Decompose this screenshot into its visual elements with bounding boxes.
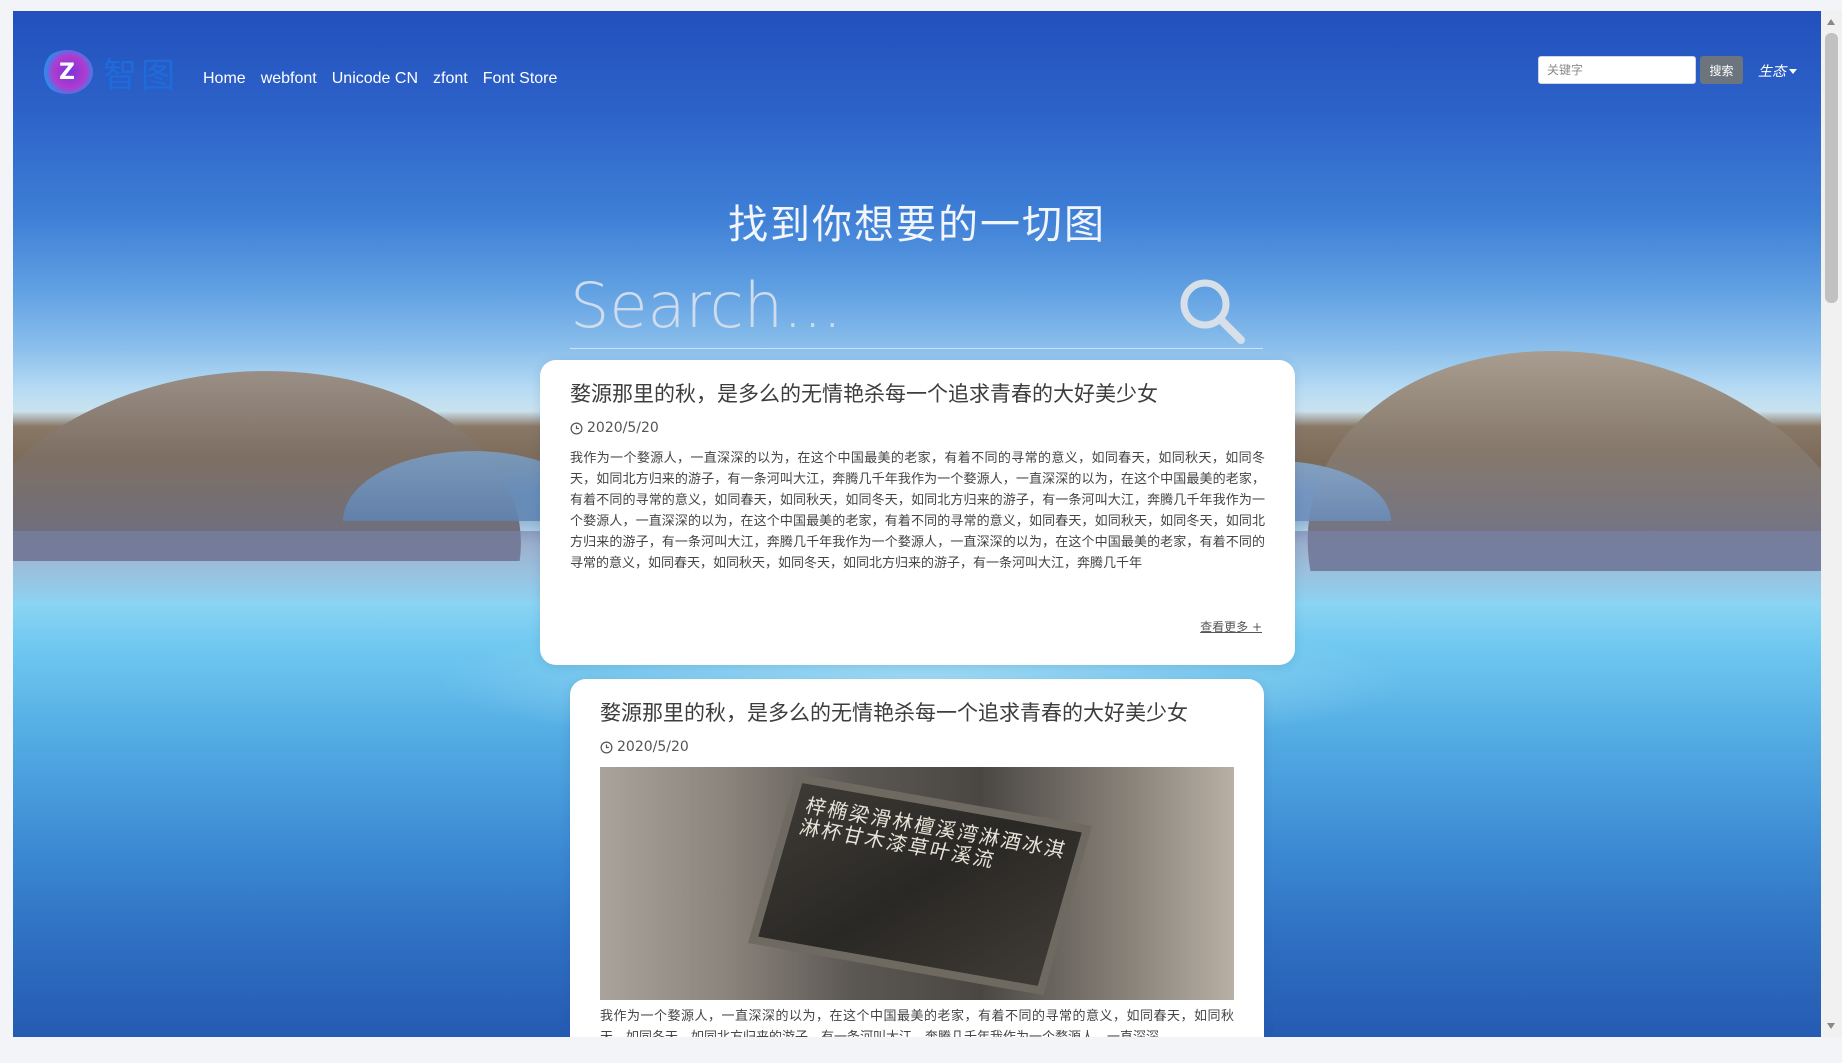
hero-title: 找到你想要的一切图 <box>728 202 1106 248</box>
article-excerpt: 我作为一个婺源人，一直深深的以为，在这个中国最美的老家，有着不同的寻常的意义，如… <box>600 1009 1234 1037</box>
article-date-text: 2020/5/20 <box>617 739 689 755</box>
search-icon[interactable] <box>1177 276 1247 346</box>
article-date-text: 2020/5/20 <box>587 420 659 436</box>
nav-link-zfont[interactable]: zfont <box>433 70 468 88</box>
nav-link-font-store[interactable]: Font Store <box>483 70 558 88</box>
site-logo[interactable]: Z 智图 <box>41 47 211 97</box>
header-search-button[interactable]: 搜索 <box>1700 56 1743 84</box>
header-search-input[interactable] <box>1538 56 1696 84</box>
logo-mark-icon: Z <box>41 50 93 94</box>
scroll-up-arrow-icon[interactable] <box>1827 19 1835 25</box>
article-card[interactable]: 婺源那里的秋，是多么的无情艳杀每一个追求青春的大好美少女 2020/5/20 梓… <box>570 679 1264 1037</box>
caret-down-icon <box>1789 68 1797 74</box>
article-date: 2020/5/20 <box>570 420 1265 436</box>
type-block-glyphs: 梓椭梁滑林檀溪湾淋酒冰淇淋杯甘木漆草叶溪流 <box>796 794 1070 873</box>
article-image[interactable]: 梓椭梁滑林檀溪湾淋酒冰淇淋杯甘木漆草叶溪流 <box>600 767 1234 1000</box>
article-title[interactable]: 婺源那里的秋，是多么的无情艳杀每一个追求青春的大好美少女 <box>600 697 1234 727</box>
main-nav: Home webfont Unicode CN zfont Font Store <box>203 70 572 88</box>
top-navbar: Z 智图 Home webfont Unicode CN zfont Font … <box>13 11 1821 121</box>
nav-link-home[interactable]: Home <box>203 70 246 88</box>
ecosystem-dropdown[interactable]: 生态 <box>1758 61 1797 81</box>
page-viewport: Z 智图 Home webfont Unicode CN zfont Font … <box>13 11 1821 1037</box>
article-date: 2020/5/20 <box>600 739 1234 755</box>
clock-icon <box>600 741 613 753</box>
logo-letter: Z <box>59 59 75 85</box>
movable-type-block-image: 梓椭梁滑林檀溪湾淋酒冰淇淋杯甘木漆草叶溪流 <box>748 773 1092 996</box>
read-more-link[interactable]: 查看更多 + <box>1200 618 1262 635</box>
nav-link-webfont[interactable]: webfont <box>261 70 317 88</box>
ecosystem-dropdown-label: 生态 <box>1758 64 1786 80</box>
nav-link-unicode-cn[interactable]: Unicode CN <box>332 70 418 88</box>
scroll-down-arrow-icon[interactable] <box>1827 1023 1835 1029</box>
clock-icon <box>570 422 583 434</box>
hero-search-bar <box>570 266 1263 349</box>
hero-search-input[interactable] <box>570 266 1160 344</box>
vertical-scrollbar[interactable] <box>1821 11 1842 1037</box>
article-title[interactable]: 婺源那里的秋，是多么的无情艳杀每一个追求青春的大好美少女 <box>570 378 1265 408</box>
article-excerpt: 我作为一个婺源人，一直深深的以为，在这个中国最美的老家，有着不同的寻常的意义，如… <box>570 451 1265 571</box>
scrollbar-thumb[interactable] <box>1825 33 1838 303</box>
article-card[interactable]: 婺源那里的秋，是多么的无情艳杀每一个追求青春的大好美少女 2020/5/20 我… <box>540 360 1295 665</box>
logo-text: 智图 <box>103 55 179 96</box>
